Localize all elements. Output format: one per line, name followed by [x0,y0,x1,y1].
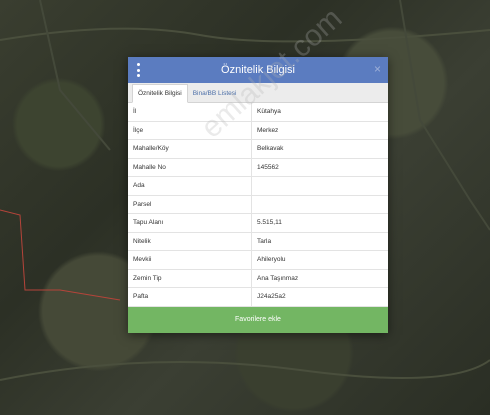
row-value: 145562 [251,158,388,177]
row-key: Zemin Tip [128,269,252,288]
table-row: Nitelik Tarla [128,232,388,251]
field-edge [0,27,490,43]
row-value: Merkez [251,121,388,140]
table-row: Mevkii Ahileryolu [128,250,388,270]
row-key: Parsel [128,195,252,214]
table-row: İl Kütahya [128,103,388,122]
row-value: Ahileryolu [251,250,388,270]
row-value: Ana Taşınmaz [251,269,388,288]
table-row: Zemin Tip Ana Taşınmaz [128,269,388,288]
row-value [251,176,388,196]
table-row: Ada [128,176,388,196]
close-icon[interactable]: × [374,62,381,76]
field-edge [0,359,490,381]
row-value: J24a25a2 [251,287,388,307]
modal-header: Öznitelik Bilgisi × [128,57,388,83]
row-key: Nitelik [128,232,252,251]
table-row: Mahalle/Köy Belkavak [128,139,388,159]
row-key: Tapu Alanı [128,213,252,233]
attribute-table: İl Kütahya İlçe Merkez Mahalle/Köy Belkavak… [128,103,388,307]
row-key: Mahalle/Köy [128,139,252,159]
row-key: İl [128,103,252,122]
row-value: Tarla [251,232,388,251]
tab-building-list[interactable]: Bina/BB Listesi [188,85,242,102]
modal-title: Öznitelik Bilgisi [221,64,295,76]
table-row: Pafta J24a25a2 [128,287,388,307]
add-to-favorites-button[interactable]: Favorilere ekle [128,306,388,333]
vertical-dots-icon[interactable] [137,63,140,77]
row-key: Mevkii [128,250,252,270]
tab-bar: Öznitelik Bilgisi Bina/BB Listesi [128,83,388,103]
table-row: Parsel [128,195,388,214]
row-value: Belkavak [251,139,388,159]
row-key: Ada [128,176,252,196]
tab-attribute-info[interactable]: Öznitelik Bilgisi [132,84,188,103]
row-value: Kütahya [251,103,388,122]
row-key: Pafta [128,287,252,307]
table-row: Tapu Alanı 5.515,11 [128,213,388,233]
parcel-boundary-line [0,209,121,301]
row-value [251,195,388,214]
row-value: 5.515,11 [251,213,388,233]
table-row: Mahalle No 145562 [128,158,388,177]
field-edge [39,0,111,151]
table-row: İlçe Merkez [128,121,388,140]
row-key: Mahalle No [128,158,252,177]
attribute-info-modal: Öznitelik Bilgisi × Öznitelik Bilgisi Bi… [128,57,388,333]
row-key: İlçe [128,121,252,140]
